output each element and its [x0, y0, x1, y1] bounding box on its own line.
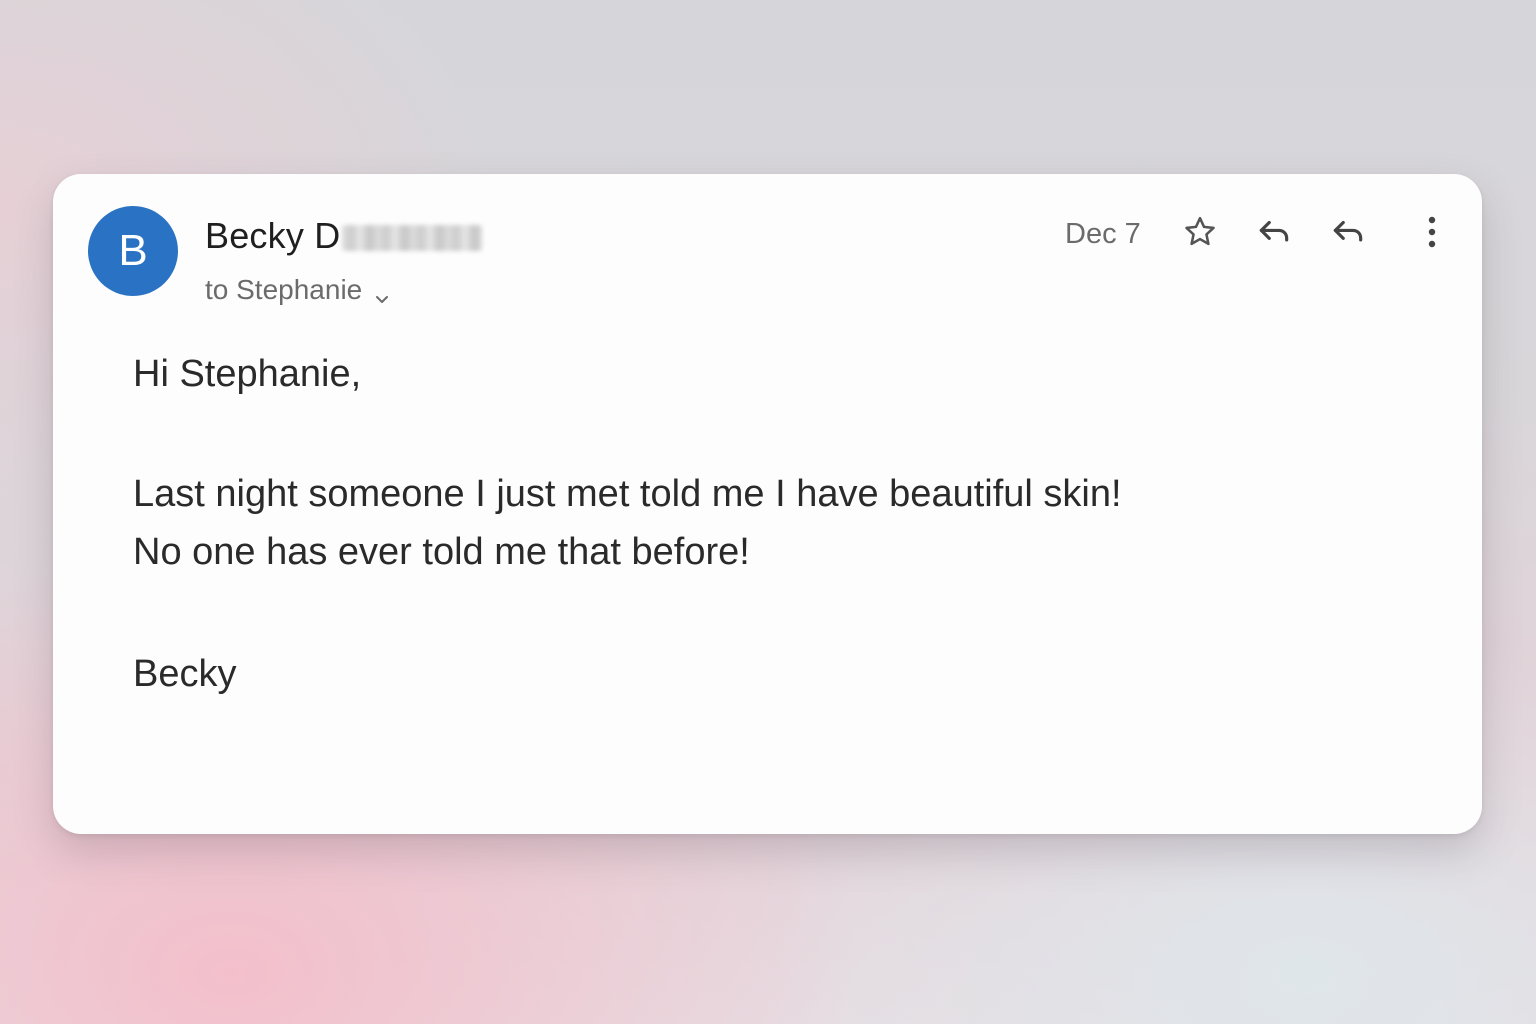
- reply-icon: [1255, 213, 1293, 251]
- reply-button[interactable]: [1252, 210, 1296, 254]
- email-signature: Becky: [133, 653, 237, 695]
- sender-name-text: Becky D: [205, 215, 341, 256]
- reply-all-button[interactable]: [1326, 210, 1370, 254]
- more-options-button[interactable]: [1410, 210, 1454, 254]
- email-greeting: Hi Stephanie,: [133, 353, 362, 395]
- recipient-label: to Stephanie: [205, 274, 363, 305]
- avatar-initial: B: [118, 226, 148, 275]
- sender-name[interactable]: Becky D: [205, 212, 483, 260]
- recipient-details-toggle[interactable]: to Stephanie: [205, 272, 390, 308]
- chevron-down-icon: [374, 282, 390, 303]
- email-body-line: No one has ever told me that before!: [133, 531, 750, 573]
- more-vert-icon: [1426, 215, 1438, 249]
- star-icon: [1182, 214, 1218, 250]
- redacted-surname: [342, 225, 483, 251]
- email-body: Hi Stephanie, Last night someone I just …: [133, 346, 1413, 695]
- reply-icon: [1329, 213, 1367, 251]
- email-card: B Becky D to Stephanie Dec 7 Hi Stephani…: [53, 174, 1482, 834]
- email-body-line: Last night someone I just met told me I …: [133, 473, 1122, 515]
- sender-avatar[interactable]: B: [88, 206, 178, 296]
- email-date: Dec 7: [1065, 218, 1141, 250]
- star-button[interactable]: [1178, 210, 1222, 254]
